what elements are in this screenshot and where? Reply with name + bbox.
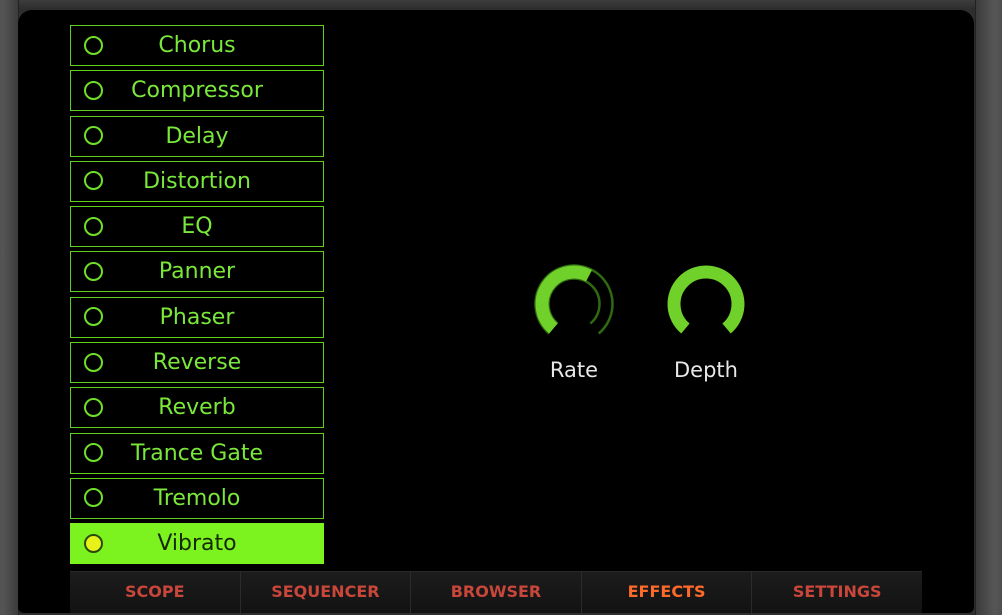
effect-label: Tremolo <box>153 485 241 511</box>
led-indicator-icon <box>84 352 103 372</box>
tab-browser[interactable]: BROWSER <box>411 572 582 613</box>
led-indicator-icon <box>84 35 103 55</box>
rate-knob[interactable] <box>532 262 616 346</box>
effect-label: EQ <box>181 214 213 240</box>
led-indicator-icon <box>84 126 103 146</box>
led-indicator-icon <box>84 307 103 327</box>
tab-scope[interactable]: SCOPE <box>70 572 241 613</box>
effect-item-panner[interactable]: Panner <box>70 251 324 293</box>
effects-screen: Chorus Compressor Delay Distortion EQ Pa… <box>18 10 974 613</box>
left-side-panel <box>0 0 19 615</box>
effect-label: Distortion <box>143 168 251 194</box>
tab-effects[interactable]: EFFECTS <box>581 572 753 613</box>
effect-label: Delay <box>165 123 229 149</box>
effect-label: Reverse <box>152 350 242 376</box>
led-indicator-icon <box>84 261 103 281</box>
depth-knob-label: Depth <box>674 358 738 382</box>
effect-label: Compressor <box>131 78 263 104</box>
effect-item-tremolo[interactable]: Tremolo <box>70 477 324 519</box>
led-indicator-icon <box>84 80 103 100</box>
effect-item-phaser[interactable]: Phaser <box>70 296 324 338</box>
effect-item-chorus[interactable]: Chorus <box>70 25 324 66</box>
tab-bar: SCOPE SEQUENCER BROWSER EFFECTS SETTINGS <box>70 571 922 613</box>
depth-knob-arc-icon <box>667 265 745 334</box>
led-indicator-icon <box>84 488 103 508</box>
led-indicator-icon <box>84 216 103 236</box>
tab-sequencer[interactable]: SEQUENCER <box>240 572 412 613</box>
effect-item-reverb[interactable]: Reverb <box>70 387 324 429</box>
effect-label: Vibrato <box>157 531 237 557</box>
depth-knob[interactable] <box>664 262 748 346</box>
top-bezel <box>0 0 1002 10</box>
effect-label: Phaser <box>159 304 235 330</box>
led-indicator-icon <box>84 397 103 417</box>
tab-settings[interactable]: SETTINGS <box>752 572 922 613</box>
effect-label: Reverb <box>158 395 236 421</box>
effect-item-eq[interactable]: EQ <box>70 206 324 248</box>
effect-item-vibrato[interactable]: Vibrato <box>70 523 324 565</box>
effect-label: Panner <box>158 259 236 285</box>
led-indicator-icon <box>84 171 103 191</box>
effect-label: Trance Gate <box>131 440 263 466</box>
effect-item-delay[interactable]: Delay <box>70 115 324 157</box>
rate-knob-arc-icon <box>534 264 614 335</box>
effects-list: Chorus Compressor Delay Distortion EQ Pa… <box>70 25 324 569</box>
effect-item-trance-gate[interactable]: Trance Gate <box>70 432 324 474</box>
right-side-panel <box>975 0 1002 615</box>
led-indicator-icon <box>84 443 103 463</box>
led-indicator-icon <box>84 533 103 553</box>
effect-item-distortion[interactable]: Distortion <box>70 160 324 202</box>
rate-knob-label: Rate <box>549 358 599 382</box>
effect-item-reverse[interactable]: Reverse <box>70 342 324 384</box>
effect-label: Chorus <box>158 33 236 58</box>
effect-item-compressor[interactable]: Compressor <box>70 70 324 112</box>
